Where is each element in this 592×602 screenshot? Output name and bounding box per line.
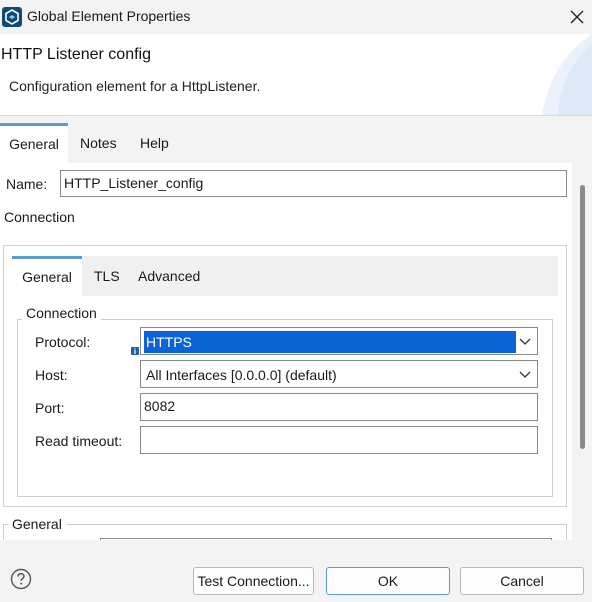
read-timeout-label: Read timeout: bbox=[35, 433, 123, 449]
outer-tab-bar: General Notes Help bbox=[0, 123, 572, 163]
port-input[interactable]: 8082 bbox=[140, 393, 538, 421]
title-bar: Global Element Properties bbox=[0, 0, 592, 34]
header-title: HTTP Listener config bbox=[1, 46, 151, 63]
name-input[interactable]: HTTP_Listener_config bbox=[60, 170, 567, 197]
scrollbar-thumb[interactable] bbox=[580, 185, 585, 449]
port-label: Port: bbox=[35, 400, 65, 416]
host-label: Host: bbox=[35, 367, 68, 383]
read-timeout-input[interactable] bbox=[140, 426, 538, 454]
inner-tab-advanced[interactable]: Advanced bbox=[138, 256, 200, 296]
dialog-footer: Test Connection... OK Cancel bbox=[0, 540, 592, 602]
info-icon bbox=[131, 347, 139, 355]
help-icon[interactable] bbox=[10, 568, 32, 590]
cancel-button[interactable]: Cancel bbox=[460, 567, 584, 595]
inner-tab-general[interactable]: General bbox=[12, 256, 82, 296]
close-icon[interactable] bbox=[566, 6, 588, 28]
header-banner-graphic bbox=[542, 34, 592, 115]
tab-notes[interactable]: Notes bbox=[80, 123, 117, 163]
general-group-title: General bbox=[8, 516, 66, 532]
chevron-down-icon bbox=[519, 371, 531, 378]
connection-group-title: Connection bbox=[22, 305, 101, 321]
protocol-selected-value: HTTPS bbox=[144, 331, 516, 353]
host-selected-value: All Interfaces [0.0.0.0] (default) bbox=[146, 367, 337, 383]
test-connection-button[interactable]: Test Connection... bbox=[193, 567, 314, 595]
general-tab-panel: Name: HTTP_Listener_config Connection Ge… bbox=[0, 163, 572, 540]
inner-tab-bar: General TLS Advanced bbox=[12, 256, 558, 296]
protocol-dropdown[interactable]: HTTPS bbox=[140, 327, 538, 355]
chevron-down-icon bbox=[519, 338, 531, 345]
header-description: Configuration element for a HttpListener… bbox=[9, 78, 261, 94]
name-label: Name: bbox=[6, 176, 48, 192]
connection-section-label: Connection bbox=[4, 209, 75, 225]
dialog-header: HTTP Listener config Configuration eleme… bbox=[0, 34, 592, 116]
window-title: Global Element Properties bbox=[27, 8, 191, 24]
tab-general[interactable]: General bbox=[0, 123, 68, 163]
host-dropdown[interactable]: All Interfaces [0.0.0.0] (default) bbox=[140, 360, 538, 388]
inner-tab-tls[interactable]: TLS bbox=[94, 256, 120, 296]
tab-help[interactable]: Help bbox=[140, 123, 169, 163]
ok-button[interactable]: OK bbox=[326, 567, 450, 595]
mule-app-icon bbox=[2, 7, 22, 27]
protocol-label: Protocol: bbox=[35, 334, 91, 350]
